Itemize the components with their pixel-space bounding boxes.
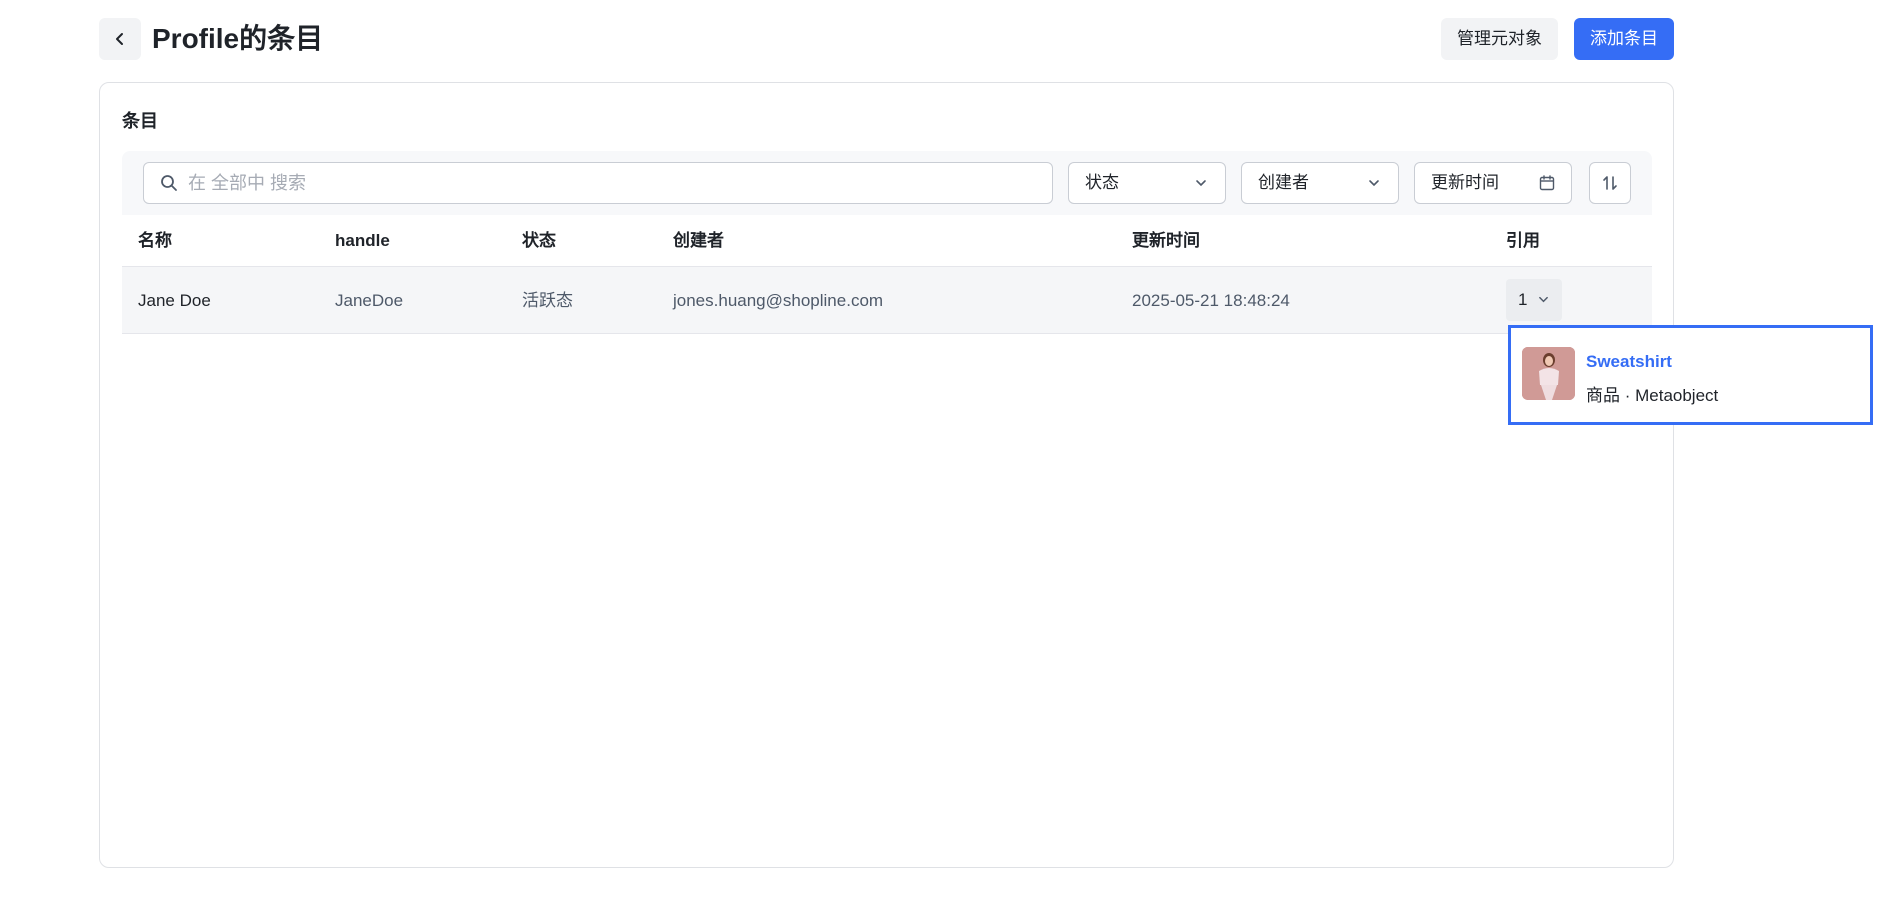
status-filter[interactable]: 状态 [1068,162,1226,204]
page-title: Profile的条目 [152,23,324,54]
cell-handle: JaneDoe [335,291,404,310]
creator-filter-label: 创建者 [1258,173,1309,192]
column-header-updated: 更新时间 [1132,231,1200,250]
cell-creator: jones.huang@shopline.com [673,291,884,310]
sort-button[interactable] [1589,162,1631,204]
table-header: 名称 handle 状态 创建者 更新时间 引用 [122,215,1652,267]
reference-popover: Sweatshirt 商品 · Metaobject [1508,325,1873,425]
search-icon [161,175,177,191]
entries-table: 名称 handle 状态 创建者 更新时间 引用 Jane Doe JaneDo… [122,215,1652,334]
column-header-handle: handle [335,231,390,250]
chevron-down-icon [1539,296,1548,303]
column-header-creator: 创建者 [673,231,724,250]
card-title: 条目 [122,111,158,131]
updated-time-filter-label: 更新时间 [1431,173,1499,192]
chevron-left-icon [116,33,123,45]
cell-status: 活跃态 [522,291,573,310]
filter-bar: 状态 创建者 更新时间 [122,151,1652,215]
entries-card: 条目 状态 创建者 更新时间 [99,82,1674,868]
column-header-refs: 引用 [1506,231,1540,250]
calendar-icon [1539,175,1555,191]
chevron-down-icon [1196,180,1206,187]
add-entry-button[interactable]: 添加条目 [1574,18,1674,60]
back-button[interactable] [99,18,141,60]
cell-name: Jane Doe [138,291,211,310]
manage-metaobject-button[interactable]: 管理元对象 [1441,18,1558,60]
search-box[interactable] [143,162,1053,204]
references-count: 1 [1518,290,1528,309]
chevron-down-icon [1369,180,1379,187]
column-header-name: 名称 [138,231,172,250]
product-thumbnail[interactable] [1522,347,1575,400]
references-dropdown[interactable]: 1 [1506,279,1562,321]
reference-subtitle: 商品 · Metaobject [1586,386,1719,405]
product-image [1522,347,1575,400]
updated-time-filter[interactable]: 更新时间 [1414,162,1572,204]
page-header: Profile的条目 管理元对象 添加条目 [99,18,1674,60]
column-header-status: 状态 [522,231,556,250]
cell-updated: 2025-05-21 18:48:24 [1132,291,1290,310]
table-row[interactable]: Jane Doe JaneDoe 活跃态 jones.huang@shoplin… [122,267,1652,334]
sort-icon [1603,176,1617,190]
reference-title[interactable]: Sweatshirt [1586,352,1672,372]
creator-filter[interactable]: 创建者 [1241,162,1399,204]
status-filter-label: 状态 [1085,173,1119,192]
search-input[interactable] [188,163,1038,203]
